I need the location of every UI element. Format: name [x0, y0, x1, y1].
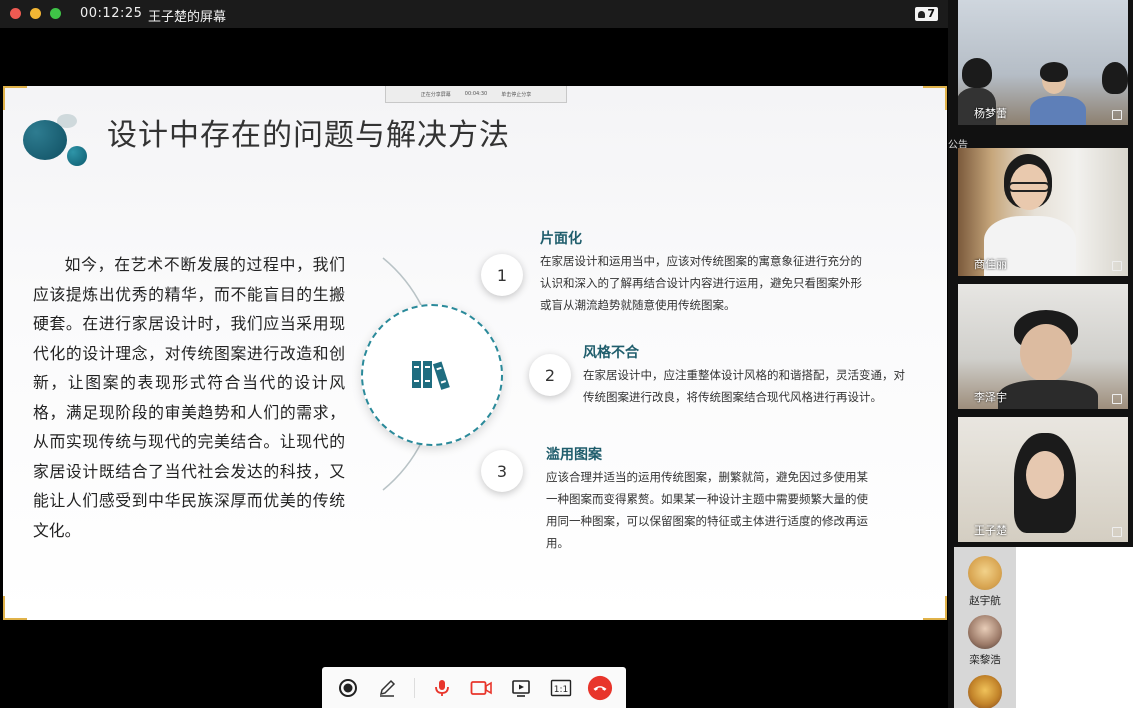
annotate-button[interactable] — [374, 675, 400, 701]
camera-icon — [470, 680, 493, 695]
participant-name: 李泽宇 — [974, 391, 1007, 404]
sharing-status-bar[interactable]: 正在分享屏幕 00:04:30 单击停止分享 — [385, 86, 567, 103]
participant-name: 王子楚 — [974, 524, 1007, 537]
person-silhouette — [1040, 62, 1068, 82]
avatar — [968, 675, 1002, 708]
decor-circle — [23, 120, 67, 160]
avatar — [968, 556, 1002, 590]
participant-panel: 杨梦蕾 公告 商佳丽 李泽宇 王子楚 赵宇航 栾黎浩 — [948, 0, 1133, 708]
fullscreen-icon[interactable] — [1112, 110, 1122, 120]
record-icon — [338, 678, 357, 697]
participant-count-badge[interactable]: 7 — [915, 7, 938, 21]
participant-name: 杨梦蕾 — [974, 107, 1007, 120]
item-description: 应该合理并适当的运用传统图案，删繁就简，避免因过多使用某一种图案而变得累赘。如果… — [546, 470, 868, 550]
hang-up-icon — [588, 675, 613, 700]
step-node: 1 — [481, 254, 523, 296]
books-icon — [412, 361, 450, 390]
participant-name: 商佳丽 — [974, 258, 1007, 271]
item-title: 片面化 — [540, 231, 582, 247]
glasses-icon — [1008, 182, 1050, 192]
original-size-icon: 1:1 — [550, 679, 571, 696]
video-tile[interactable]: 李泽宇 — [958, 284, 1128, 409]
step-node: 2 — [529, 354, 571, 396]
audio-participant[interactable]: 赵宇航 — [954, 556, 1016, 608]
record-button[interactable] — [335, 675, 361, 701]
item-title: 风格不合 — [583, 345, 639, 361]
person-silhouette — [1102, 62, 1128, 94]
toolbar-divider — [414, 677, 416, 698]
sharing-status-text: 正在分享屏幕 — [420, 91, 451, 98]
audio-participant-list: 赵宇航 栾黎浩 — [954, 547, 1016, 708]
video-tile[interactable]: 王子楚 — [958, 417, 1128, 542]
corner-frame — [3, 596, 27, 620]
fullscreen-icon[interactable] — [1112, 261, 1122, 271]
corner-frame — [3, 86, 27, 110]
mute-button[interactable] — [429, 675, 455, 701]
video-tile[interactable]: 杨梦蕾 — [958, 0, 1128, 125]
video-tile[interactable]: 商佳丽 — [958, 148, 1128, 276]
minimize-window-button[interactable] — [30, 8, 41, 19]
audio-participant[interactable]: 栾黎浩 — [954, 615, 1016, 667]
participant-list-area — [1016, 547, 1133, 708]
microphone-icon — [434, 679, 449, 696]
item-description: 在家居设计中，应注重整体设计风格的和谐搭配，灵活变通，对传统图案进行改良，将传统… — [583, 368, 905, 404]
fullscreen-icon[interactable] — [1112, 527, 1122, 537]
close-window-button[interactable] — [10, 8, 21, 19]
slide-title: 设计中存在的问题与解决方法 — [107, 118, 510, 153]
pen-icon — [380, 679, 396, 697]
shared-slide: 正在分享屏幕 00:04:30 单击停止分享 设计中存在的问题与解决方法 如今，… — [3, 86, 947, 620]
person-icon — [918, 11, 926, 18]
stop-sharing-link[interactable]: 单击停止分享 — [501, 91, 531, 98]
corner-frame — [923, 86, 947, 110]
meeting-timer: 00:12:25 — [80, 6, 143, 21]
person-silhouette — [1020, 324, 1072, 382]
screen-owner-label: 王子楚的屏幕 — [148, 10, 227, 25]
corner-frame — [923, 596, 947, 620]
original-size-button[interactable]: 1:1 — [548, 675, 574, 701]
fullscreen-icon[interactable] — [1112, 394, 1122, 404]
item-title: 滥用图案 — [546, 447, 602, 463]
avatar — [968, 615, 1002, 649]
item-description: 在家居设计和运用当中，应该对传统图案的寓意象征进行充分的认识和深入的了解再结合设… — [540, 254, 862, 312]
screen-share-icon — [512, 679, 530, 697]
person-silhouette — [1026, 451, 1064, 499]
center-icon-circle — [361, 304, 503, 446]
participant-name: 栾黎浩 — [969, 654, 1001, 666]
hang-up-button[interactable] — [587, 675, 613, 701]
window-titlebar: 00:12:25 王子楚的屏幕 7 — [0, 0, 948, 28]
share-screen-button[interactable] — [508, 675, 534, 701]
camera-button[interactable] — [468, 675, 494, 701]
maximize-window-button[interactable] — [50, 8, 61, 19]
participant-name: 赵宇航 — [969, 595, 1001, 607]
step-node: 3 — [481, 450, 523, 492]
audio-participant[interactable] — [954, 675, 1016, 708]
sharing-time: 00:04:30 — [464, 91, 488, 97]
decor-circle — [67, 146, 87, 166]
meeting-toolbar: 1:1 — [322, 667, 626, 708]
person-silhouette — [962, 58, 992, 88]
person-silhouette — [998, 380, 1098, 409]
participant-count: 7 — [927, 7, 935, 20]
svg-text:1:1: 1:1 — [553, 685, 567, 695]
person-silhouette — [1030, 96, 1086, 125]
slide-paragraph: 如今，在艺术不断发展的过程中，我们应该提炼出优秀的精华，而不能盲目的生搬硬套。在… — [33, 255, 345, 540]
